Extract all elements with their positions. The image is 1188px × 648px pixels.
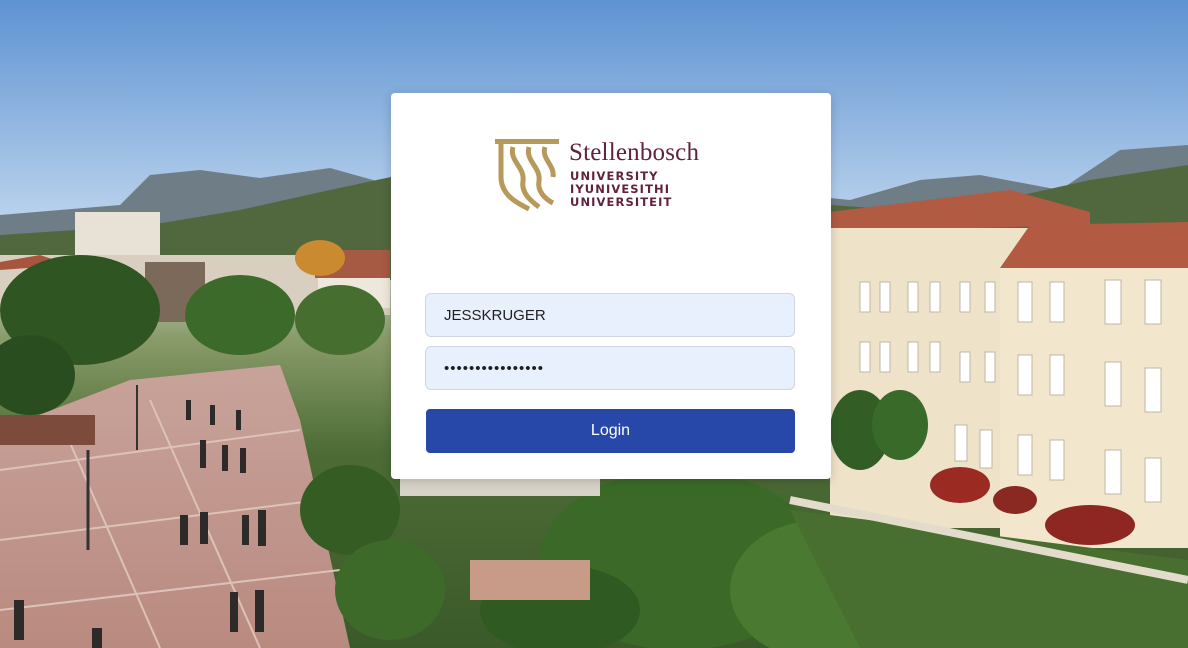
university-logo: Stellenbosch UNIVERSITY IYUNIVESITHI UNI… [495,137,735,213]
login-button[interactable]: Login [426,409,795,453]
university-subtitle-line-3: UNIVERSITEIT [570,195,673,209]
username-input[interactable] [425,293,795,337]
login-page: Stellenbosch UNIVERSITY IYUNIVESITHI UNI… [0,0,1188,648]
password-input[interactable] [425,346,795,390]
login-card: Stellenbosch UNIVERSITY IYUNIVESITHI UNI… [391,93,831,479]
stellenbosch-crest-icon [495,139,559,211]
university-name: Stellenbosch [569,139,700,166]
